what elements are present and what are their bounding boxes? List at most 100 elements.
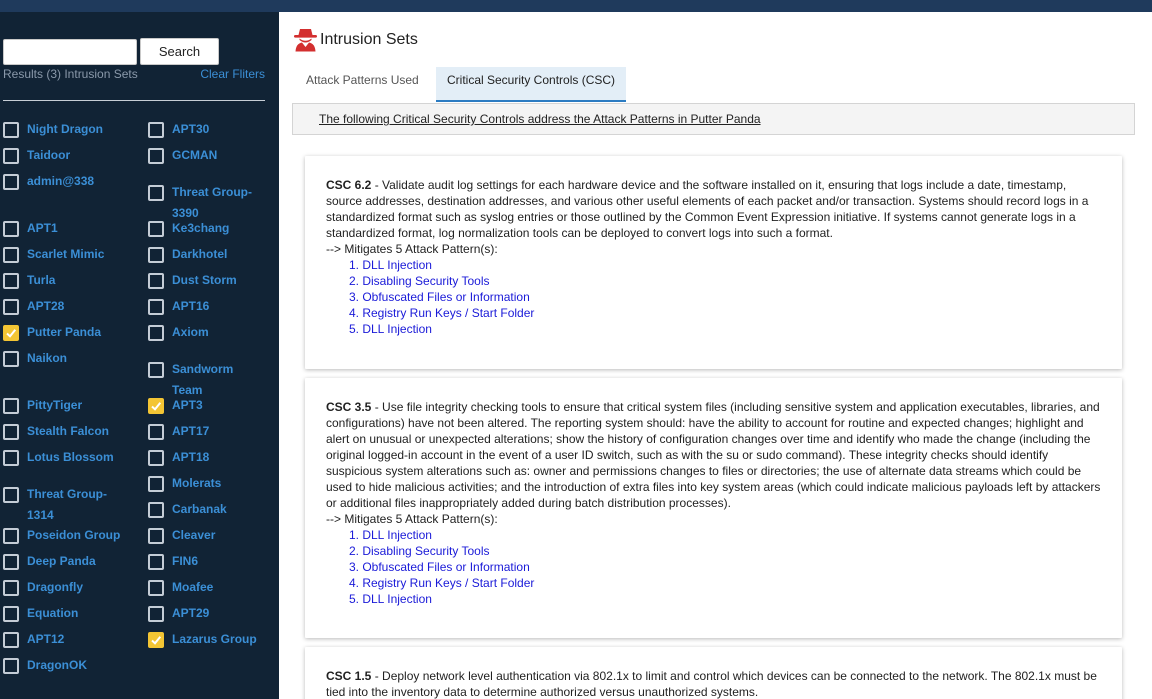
group-item-apt29[interactable]: APT29 — [148, 605, 209, 624]
checkbox[interactable] — [3, 580, 19, 596]
attack-pattern-link[interactable]: 1. DLL Injection — [349, 528, 432, 542]
attack-pattern-link[interactable]: 1. DLL Injection — [349, 258, 432, 272]
group-item-lotus-blossom[interactable]: Lotus Blossom — [3, 449, 114, 468]
tab-attack-patterns-used[interactable]: Attack Patterns Used — [295, 67, 430, 102]
checkbox[interactable] — [148, 476, 164, 492]
group-item-ke3chang[interactable]: Ke3chang — [148, 220, 229, 239]
group-item-gcman[interactable]: GCMAN — [148, 147, 217, 166]
checkbox[interactable] — [148, 299, 164, 315]
checkbox[interactable] — [3, 247, 19, 263]
checkbox[interactable] — [3, 606, 19, 622]
checkbox[interactable] — [3, 554, 19, 570]
group-item-apt1[interactable]: APT1 — [3, 220, 58, 239]
attack-pattern-link[interactable]: 4. Registry Run Keys / Start Folder — [349, 576, 534, 590]
checkbox[interactable] — [148, 247, 164, 263]
group-item-axiom[interactable]: Axiom — [148, 324, 209, 343]
checkbox[interactable] — [148, 424, 164, 440]
checkbox[interactable] — [148, 122, 164, 138]
group-item-darkhotel[interactable]: Darkhotel — [148, 246, 227, 265]
checkbox[interactable] — [3, 528, 19, 544]
checkbox[interactable] — [3, 487, 19, 503]
group-item-apt17[interactable]: APT17 — [148, 423, 209, 442]
spy-icon — [294, 29, 317, 52]
csc-description: - Deploy network level authentication vi… — [326, 669, 1097, 699]
tab-critical-security-controls[interactable]: Critical Security Controls (CSC) — [436, 67, 627, 102]
group-item-dust-storm[interactable]: Dust Storm — [148, 272, 237, 291]
checkbox[interactable] — [3, 148, 19, 164]
checkmark-icon — [151, 636, 162, 645]
group-item-pittytiger[interactable]: PittyTiger — [3, 397, 82, 416]
group-item-sandworm-team[interactable]: Sandworm Team — [148, 361, 260, 401]
checkbox[interactable] — [3, 424, 19, 440]
group-item-cleaver[interactable]: Cleaver — [148, 527, 215, 546]
clear-filters-link[interactable]: Clear Fliters — [200, 67, 265, 81]
group-label: Equation — [27, 606, 79, 620]
checkbox[interactable] — [148, 450, 164, 466]
checkbox[interactable] — [3, 299, 19, 315]
checkbox[interactable] — [148, 148, 164, 164]
group-item-moafee[interactable]: Moafee — [148, 579, 213, 598]
checkbox[interactable] — [148, 502, 164, 518]
checkbox[interactable] — [148, 580, 164, 596]
attack-pattern-link[interactable]: 3. Obfuscated Files or Information — [349, 290, 530, 304]
checkbox[interactable] — [3, 632, 19, 648]
checkbox[interactable] — [148, 185, 164, 201]
group-item-naikon[interactable]: Naikon — [3, 350, 67, 369]
attack-pattern-list: 1. DLL Injection 2. Disabling Security T… — [326, 257, 1101, 337]
checkbox[interactable] — [148, 554, 164, 570]
checkbox[interactable] — [3, 273, 19, 289]
checkbox-checked[interactable] — [3, 325, 19, 341]
group-item-apt12[interactable]: APT12 — [3, 631, 64, 650]
group-item-fin6[interactable]: FIN6 — [148, 553, 198, 572]
group-item-lazarus-group[interactable]: Lazarus Group — [148, 631, 257, 650]
checkbox[interactable] — [148, 221, 164, 237]
group-item-apt30[interactable]: APT30 — [148, 121, 209, 140]
group-item-dragonok[interactable]: DragonOK — [3, 657, 87, 676]
group-item-apt18[interactable]: APT18 — [148, 449, 209, 468]
attack-pattern-link[interactable]: 4. Registry Run Keys / Start Folder — [349, 306, 534, 320]
group-item-apt28[interactable]: APT28 — [3, 298, 64, 317]
checkbox[interactable] — [148, 528, 164, 544]
attack-pattern-link[interactable]: 2. Disabling Security Tools — [349, 544, 490, 558]
group-item-apt16[interactable]: APT16 — [148, 298, 209, 317]
checkbox[interactable] — [3, 398, 19, 414]
group-item-molerats[interactable]: Molerats — [148, 475, 221, 494]
group-label: Dragonfly — [27, 580, 84, 594]
checkbox[interactable] — [148, 273, 164, 289]
group-item-poseidon-group[interactable]: Poseidon Group — [3, 527, 120, 546]
group-item-taidoor[interactable]: Taidoor — [3, 147, 70, 166]
checkbox[interactable] — [148, 362, 164, 378]
checkbox[interactable] — [3, 221, 19, 237]
checkbox[interactable] — [3, 450, 19, 466]
checkbox[interactable] — [3, 122, 19, 138]
search-button[interactable]: Search — [140, 38, 219, 65]
group-item-turla[interactable]: Turla — [3, 272, 55, 291]
group-item-carbanak[interactable]: Carbanak — [148, 501, 227, 520]
checkbox[interactable] — [148, 325, 164, 341]
group-label: APT29 — [172, 606, 210, 620]
group-item-threat-group-1314[interactable]: Threat Group-1314 — [3, 486, 115, 526]
checkbox[interactable] — [3, 351, 19, 367]
checkbox-checked[interactable] — [148, 632, 164, 648]
checkbox-checked[interactable] — [148, 398, 164, 414]
group-item-dragonfly[interactable]: Dragonfly — [3, 579, 83, 598]
attack-pattern-link[interactable]: 5. DLL Injection — [349, 592, 432, 606]
group-item-scarlet-mimic[interactable]: Scarlet Mimic — [3, 246, 104, 265]
checkbox[interactable] — [3, 658, 19, 674]
group-label: Moafee — [172, 580, 214, 594]
checkbox[interactable] — [3, 174, 19, 190]
attack-pattern-link[interactable]: 2. Disabling Security Tools — [349, 274, 490, 288]
group-item-putter-panda[interactable]: Putter Panda — [3, 324, 101, 343]
group-item-apt3[interactable]: APT3 — [148, 397, 203, 416]
group-item-equation[interactable]: Equation — [3, 605, 78, 624]
group-item-deep-panda[interactable]: Deep Panda — [3, 553, 96, 572]
group-item-night-dragon[interactable]: Night Dragon — [3, 121, 103, 140]
group-item-stealth-falcon[interactable]: Stealth Falcon — [3, 423, 109, 442]
attack-pattern-link[interactable]: 5. DLL Injection — [349, 322, 432, 336]
attack-pattern-link[interactable]: 3. Obfuscated Files or Information — [349, 560, 530, 574]
checkbox[interactable] — [148, 606, 164, 622]
group-item-admin338[interactable]: admin@338 — [3, 173, 94, 192]
search-input[interactable] — [3, 39, 137, 65]
attack-pattern-list: 1. DLL Injection 2. Disabling Security T… — [326, 527, 1101, 607]
banner-link[interactable]: The following Critical Security Controls… — [319, 112, 761, 126]
